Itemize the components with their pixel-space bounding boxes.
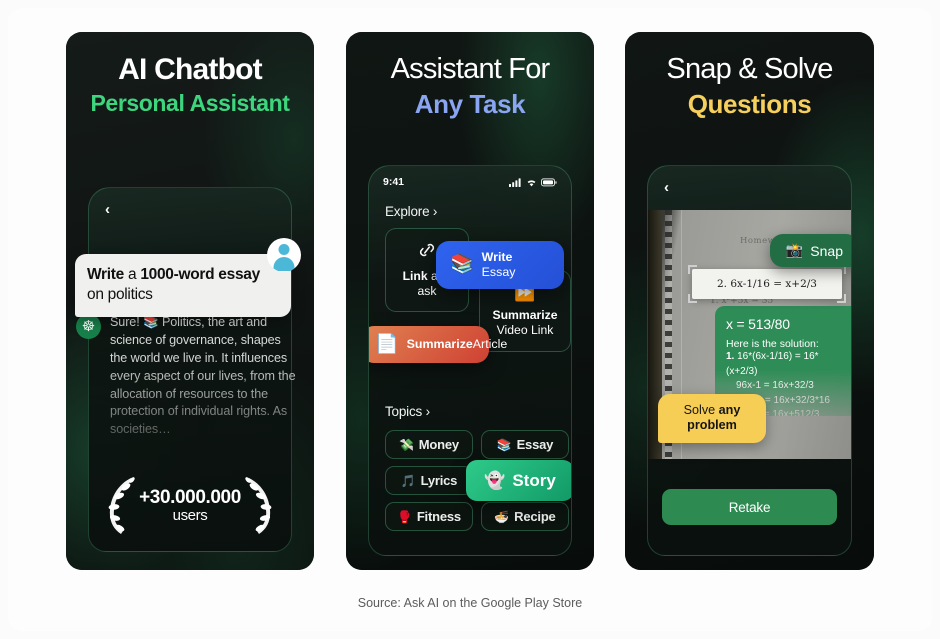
phone-mockup-scanner: ‹ Homework 1. x²+5x = 35 2. 6x-1/16 = x+… xyxy=(647,165,852,556)
panel-2-headline-group: Assistant For Any Task xyxy=(346,53,594,121)
store-screenshot-ai-chatbot[interactable]: AI Chatbot Personal Assistant ‹ Write a … xyxy=(66,32,314,570)
section-label-topics[interactable]: Topics › xyxy=(385,404,430,419)
chip-money[interactable]: 💸 Money xyxy=(385,430,473,459)
chip-story-active[interactable]: 👻 Story xyxy=(466,460,571,501)
laurel-wreath-icon xyxy=(108,477,135,534)
boxing-glove-icon: 🥊 xyxy=(397,509,412,524)
retake-button[interactable]: Retake xyxy=(662,489,837,525)
page-subtitle: Personal Assistant xyxy=(90,90,290,117)
users-badge: +30.000.000 users xyxy=(66,474,314,538)
solution-step-1-sub: 96x-1 = 16x+32/3 xyxy=(736,380,814,391)
ask-ai-logo-icon: ☸ xyxy=(76,314,101,339)
page-title: Snap & Solve xyxy=(666,53,833,85)
page-title: AI Chatbot xyxy=(118,53,262,86)
solution-answer: x = 513/80 xyxy=(726,316,790,332)
chevron-left-icon[interactable]: ‹ xyxy=(105,202,110,217)
ai-reply-text: Sure! 📚 Politics, the art and science of… xyxy=(110,315,296,437)
chip-fitness[interactable]: 🥊 Fitness xyxy=(385,502,473,531)
chip-lyrics[interactable]: 🎵 Lyrics xyxy=(385,466,473,495)
card-summarize-article[interactable]: 📄 SummarizeArticle xyxy=(369,326,507,363)
camera-icon: 📸 xyxy=(785,242,804,258)
snap-badge-label: Snap xyxy=(810,242,843,259)
snap-badge[interactable]: 📸 Snap xyxy=(769,234,851,267)
status-time: 9:41 xyxy=(383,176,405,188)
chip-fitness-label: Fitness xyxy=(416,509,461,524)
status-bar: 9:41 xyxy=(383,176,557,188)
page-subtitle: Any Task xyxy=(414,89,526,120)
noodles-icon: 🍜 xyxy=(494,509,510,524)
users-label: users xyxy=(172,507,208,525)
cellular-signal-icon xyxy=(509,177,521,187)
card-summarize-video-link-label: Summarize Video Link xyxy=(492,308,558,337)
chip-lyrics-label: Lyrics xyxy=(420,473,458,488)
chip-recipe-label: Recipe xyxy=(514,509,556,524)
wifi-icon xyxy=(527,179,536,186)
screenshot-root: AI Chatbot Personal Assistant ‹ Write a … xyxy=(0,0,940,639)
chip-recipe[interactable]: 🍜 Recipe xyxy=(481,502,569,531)
card-write-essay[interactable]: 📚 Write Essay xyxy=(436,241,564,289)
chip-essay[interactable]: 📚 Essay xyxy=(481,430,569,459)
ghost-icon: 👻 xyxy=(484,470,506,490)
phone-mockup-explore: 9:41 Explore › Link ask ⏩ Summarize Vide… xyxy=(368,165,572,556)
store-screenshot-any-task[interactable]: Assistant For Any Task 9:41 Explore › Li… xyxy=(346,32,594,570)
crop-handle-bottom-left[interactable] xyxy=(688,294,697,303)
page-subtitle: Questions xyxy=(687,89,812,120)
books-icon: 📚 xyxy=(496,437,512,452)
user-message-bubble: Write a 1000-word essay on politics xyxy=(75,238,301,317)
link-icon xyxy=(416,241,438,262)
laurel-wreath-icon-mirror xyxy=(245,477,272,534)
user-avatar-icon xyxy=(267,238,301,272)
crop-handle-bottom-right[interactable] xyxy=(837,294,846,303)
section-label-explore[interactable]: Explore › xyxy=(385,204,437,219)
page-title: Assistant For xyxy=(390,53,551,85)
status-icons xyxy=(509,177,557,187)
music-note-icon: 🎵 xyxy=(400,473,416,488)
card-summarize-article-label: SummarizeArticle xyxy=(406,337,508,352)
users-count: +30.000.000 users xyxy=(139,486,241,525)
chevron-left-icon[interactable]: ‹ xyxy=(664,180,669,195)
solve-any-problem-badge: Solve any problem xyxy=(658,394,766,443)
books-icon: 📚 xyxy=(450,254,474,276)
ai-reply-row: ☸ Sure! 📚 Politics, the art and science … xyxy=(76,314,300,439)
card-write-essay-label: Write Essay xyxy=(481,250,516,279)
battery-icon xyxy=(541,177,557,186)
chip-money-label: Money xyxy=(418,437,459,452)
solve-badge-line-2: problem xyxy=(687,418,737,433)
solve-badge-line-1: Solve any xyxy=(683,403,741,417)
crop-selection[interactable]: 2. 6x-1/16 = x+2/3 xyxy=(688,265,846,303)
store-screenshot-snap-solve[interactable]: Snap & Solve Questions ‹ Homework 1. x²+… xyxy=(625,32,874,570)
chip-story-label: Story xyxy=(512,470,556,490)
panel-1-headline-group: AI Chatbot Personal Assistant xyxy=(66,53,314,118)
solution-step-1: 1. 16*(6x-1/16) = 16*(x+2/3) xyxy=(726,351,819,377)
user-message-text: Write a 1000-word essay on politics xyxy=(87,266,260,303)
document-icon: 📄 xyxy=(375,334,399,355)
chip-essay-label: Essay xyxy=(516,437,554,452)
solution-lead: Here is the solution: xyxy=(726,338,819,350)
crop-handle-top-left[interactable] xyxy=(688,265,697,274)
source-caption: Source: Ask AI on the Google Play Store xyxy=(357,596,583,610)
money-icon: 💸 xyxy=(399,437,414,452)
panel-3-headline-group: Snap & Solve Questions xyxy=(625,53,874,121)
cropped-equation-text: 2. 6x-1/16 = x+2/3 xyxy=(717,278,817,290)
